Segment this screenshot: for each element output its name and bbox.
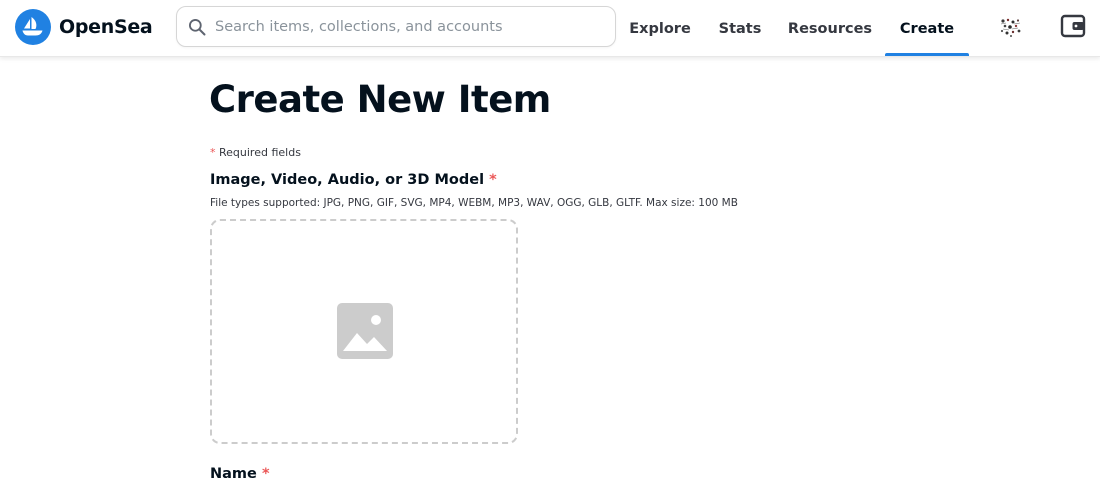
search-input[interactable] bbox=[215, 7, 605, 46]
media-required-asterisk: * bbox=[489, 172, 497, 188]
active-nav-indicator bbox=[885, 53, 969, 56]
search-bar bbox=[176, 6, 616, 47]
profile-avatar[interactable] bbox=[995, 12, 1025, 42]
name-label-text: Name bbox=[210, 466, 257, 482]
avatar-image bbox=[995, 12, 1025, 42]
nav-explore[interactable]: Explore bbox=[622, 0, 698, 57]
required-asterisk: * bbox=[210, 146, 216, 159]
page-title: Create New Item bbox=[209, 78, 551, 121]
brand-name: OpenSea bbox=[59, 16, 153, 38]
required-fields-text: Required fields bbox=[219, 146, 301, 159]
required-fields-note: * Required fields bbox=[210, 146, 301, 159]
top-navigation-bar: OpenSea Explore Stats Resources Create bbox=[0, 0, 1100, 57]
media-label-text: Image, Video, Audio, or 3D Model bbox=[210, 172, 485, 188]
image-icon bbox=[337, 303, 393, 359]
wallet-icon bbox=[1060, 14, 1086, 38]
nav-resources[interactable]: Resources bbox=[782, 0, 878, 57]
media-upload-dropzone[interactable] bbox=[210, 219, 518, 444]
search-icon bbox=[189, 18, 206, 35]
opensea-logo-icon bbox=[15, 9, 51, 45]
nav-create[interactable]: Create bbox=[885, 0, 969, 57]
media-file-types-hint: File types supported: JPG, PNG, GIF, SVG… bbox=[210, 197, 738, 209]
nav-stats[interactable]: Stats bbox=[710, 0, 770, 57]
media-field-label: Image, Video, Audio, or 3D Model * bbox=[210, 172, 497, 188]
name-required-asterisk: * bbox=[261, 466, 270, 482]
wallet-button[interactable] bbox=[1060, 13, 1086, 39]
brand-home-link[interactable]: OpenSea bbox=[15, 9, 153, 45]
name-field-label: Name * bbox=[210, 466, 270, 482]
